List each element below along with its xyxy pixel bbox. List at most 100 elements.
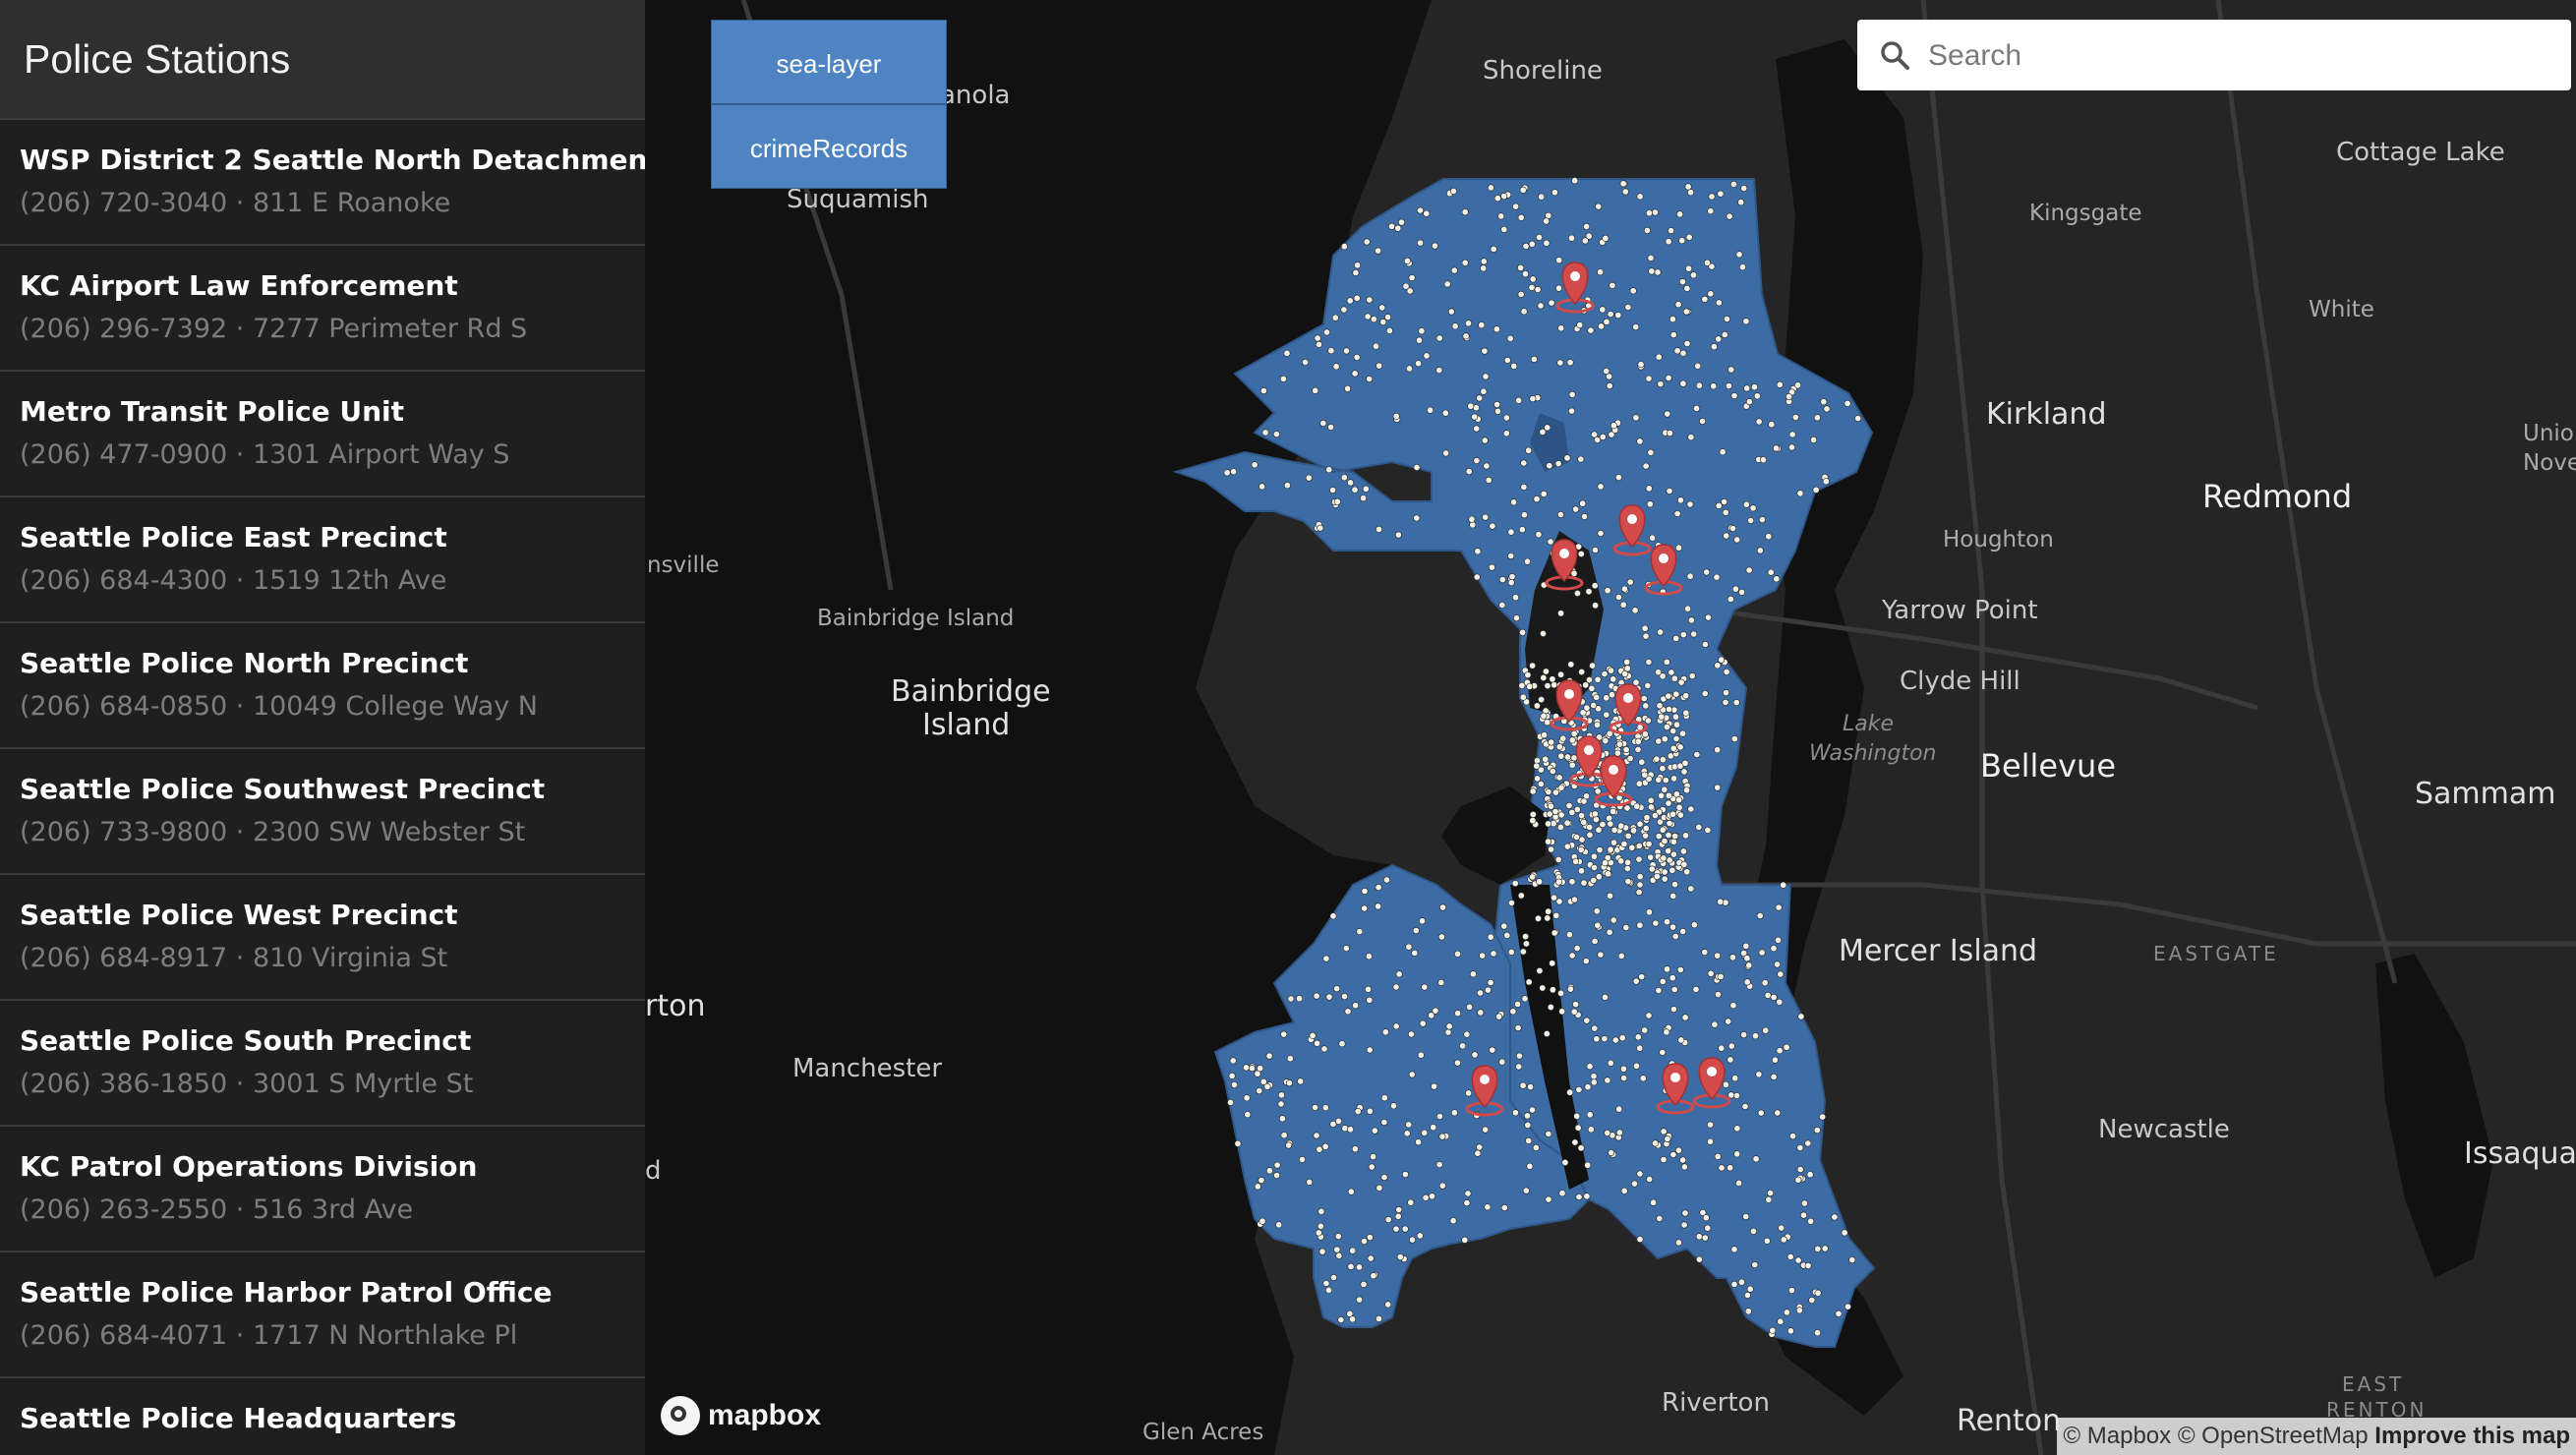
detail-separator: ·	[227, 943, 253, 973]
station-list-item[interactable]: KC Airport Law Enforcement (206) 296-7392…	[0, 246, 645, 372]
crime-record-dot	[1558, 1190, 1566, 1197]
crime-record-dot	[1813, 1127, 1821, 1135]
crime-record-dot	[1413, 514, 1421, 522]
crime-record-dot	[1544, 914, 1551, 922]
crime-record-dot	[1606, 892, 1613, 900]
crime-record-dot	[1550, 894, 1557, 902]
crime-record-dot	[1740, 1031, 1748, 1039]
crime-record-dot	[1318, 1248, 1326, 1255]
crime-record-dot	[1574, 1124, 1582, 1132]
crime-record-dot	[1536, 966, 1544, 974]
crime-record-dot	[1797, 1013, 1805, 1020]
crime-record-dot	[1639, 1075, 1647, 1082]
crime-record-dot	[1718, 1044, 1726, 1052]
crime-record-dot	[1533, 702, 1541, 710]
crime-record-dot	[1714, 784, 1722, 791]
crime-record-dot	[1714, 991, 1722, 999]
crime-record-dot	[1783, 1309, 1790, 1316]
crime-record-dot	[1514, 1024, 1522, 1032]
station-list-item[interactable]: Metro Transit Police Unit (206) 477-0900 …	[0, 372, 645, 497]
crime-record-dot	[1597, 951, 1605, 959]
crime-record-dot	[1603, 318, 1610, 325]
map-label-east: EAST	[2342, 1372, 2405, 1396]
crime-record-dot	[1615, 1105, 1623, 1113]
attribution-mapbox-link[interactable]: © Mapbox	[2063, 1423, 2171, 1449]
crime-record-dot	[1537, 302, 1545, 310]
crime-record-dot	[1465, 1089, 1473, 1097]
layer-toggle-sea-layer[interactable]: sea-layer	[711, 20, 947, 104]
search-input[interactable]	[1926, 29, 2540, 83]
crime-record-dot	[1418, 917, 1426, 925]
crime-record-dot	[1546, 462, 1553, 470]
crime-record-dot	[1557, 752, 1565, 760]
map-label-sammam: Sammam	[2415, 777, 2556, 811]
station-list-item[interactable]: WSP District 2 Seattle North Detachment (…	[0, 120, 645, 246]
crime-record-dot	[1549, 960, 1556, 967]
station-list-item[interactable]: KC Patrol Operations Division (206) 263-2…	[0, 1127, 645, 1252]
crime-record-dot	[1613, 749, 1621, 757]
crime-record-dot	[1854, 415, 1862, 423]
station-list-item[interactable]: Seattle Police Harbor Patrol Office (206)…	[0, 1252, 645, 1378]
crime-record-dot	[1794, 381, 1802, 389]
crime-record-dot	[1661, 875, 1669, 883]
station-list-item[interactable]: Seattle Police East Precinct (206) 684-43…	[0, 497, 645, 623]
crime-record-dot	[1286, 1055, 1294, 1063]
crime-record-dot	[1659, 756, 1667, 764]
map-label-anola: anola	[940, 81, 1011, 110]
station-phone: (206) 684-4300	[20, 565, 228, 596]
crime-record-dot	[1517, 263, 1525, 271]
crime-record-dot	[1529, 810, 1537, 818]
station-list-item[interactable]: Seattle Police Headquarters	[0, 1378, 645, 1455]
crime-record-dot	[1643, 226, 1651, 234]
crime-record-dot	[1512, 203, 1520, 210]
crime-record-dot	[1647, 254, 1655, 262]
mapbox-logo-icon	[661, 1396, 700, 1435]
crime-record-dot	[1528, 283, 1536, 291]
crime-record-dot	[1259, 386, 1267, 394]
crime-record-dot	[1306, 1178, 1314, 1186]
station-list-item[interactable]: Seattle Police West Precinct (206) 684-89…	[0, 875, 645, 1001]
station-list-item[interactable]: Seattle Police South Precinct (206) 386-1…	[0, 1001, 645, 1127]
crime-record-dot	[1670, 985, 1678, 993]
crime-record-dot	[1619, 1065, 1627, 1073]
crime-record-dot	[1742, 500, 1750, 508]
station-detail: (206) 733-9800 · 2300 SW Webster St	[20, 817, 645, 847]
crime-record-dot	[1669, 850, 1677, 858]
crime-record-dot	[1665, 831, 1672, 839]
crime-record-dot	[1563, 843, 1571, 850]
crime-record-dot	[1322, 1279, 1330, 1287]
crime-record-dot	[1645, 375, 1653, 382]
crime-record-dot	[1704, 1224, 1712, 1232]
station-list-item[interactable]: Seattle Police North Precinct (206) 684-0…	[0, 623, 645, 749]
crime-record-dot	[1608, 691, 1615, 699]
crime-record-dot	[1572, 857, 1580, 865]
crime-record-dot	[1591, 937, 1599, 945]
crime-record-dot	[1763, 1237, 1771, 1245]
crime-record-dot	[1575, 1193, 1583, 1201]
improve-map-link[interactable]: Improve this map	[2374, 1423, 2570, 1449]
attribution-osm-link[interactable]: © OpenStreetMap	[2178, 1423, 2369, 1449]
layer-toggle-crime-records[interactable]: crimeRecords	[711, 104, 947, 189]
crime-record-dot	[1507, 528, 1515, 536]
crime-record-dot	[1435, 1113, 1443, 1121]
crime-record-dot	[1620, 1075, 1628, 1082]
crime-record-dot	[1529, 817, 1537, 825]
crime-record-dot	[1557, 670, 1565, 678]
crime-record-dot	[1786, 392, 1793, 400]
crime-record-dot	[1322, 328, 1330, 336]
mapbox-logo[interactable]: mapbox	[661, 1394, 821, 1437]
crime-record-dot	[1774, 1109, 1782, 1117]
crime-record-dot	[1555, 898, 1563, 905]
crime-record-dot	[1780, 881, 1787, 889]
crime-record-dot	[1519, 186, 1527, 194]
crime-record-dot	[1683, 868, 1691, 876]
crime-record-dot	[1529, 395, 1537, 403]
map-canvas[interactable]: Shoreline anola Suquamish Kingsgate Cott…	[645, 0, 2576, 1455]
crime-record-dot	[1285, 1141, 1293, 1149]
map-label-d: d	[645, 1156, 662, 1186]
station-list-item[interactable]: Seattle Police Southwest Precinct (206) 7…	[0, 749, 645, 875]
crime-record-dot	[1507, 899, 1515, 906]
crime-record-dot	[1375, 902, 1382, 910]
crime-record-dot	[1370, 316, 1377, 323]
station-detail: (206) 477-0900 · 1301 Airport Way S	[20, 439, 645, 470]
